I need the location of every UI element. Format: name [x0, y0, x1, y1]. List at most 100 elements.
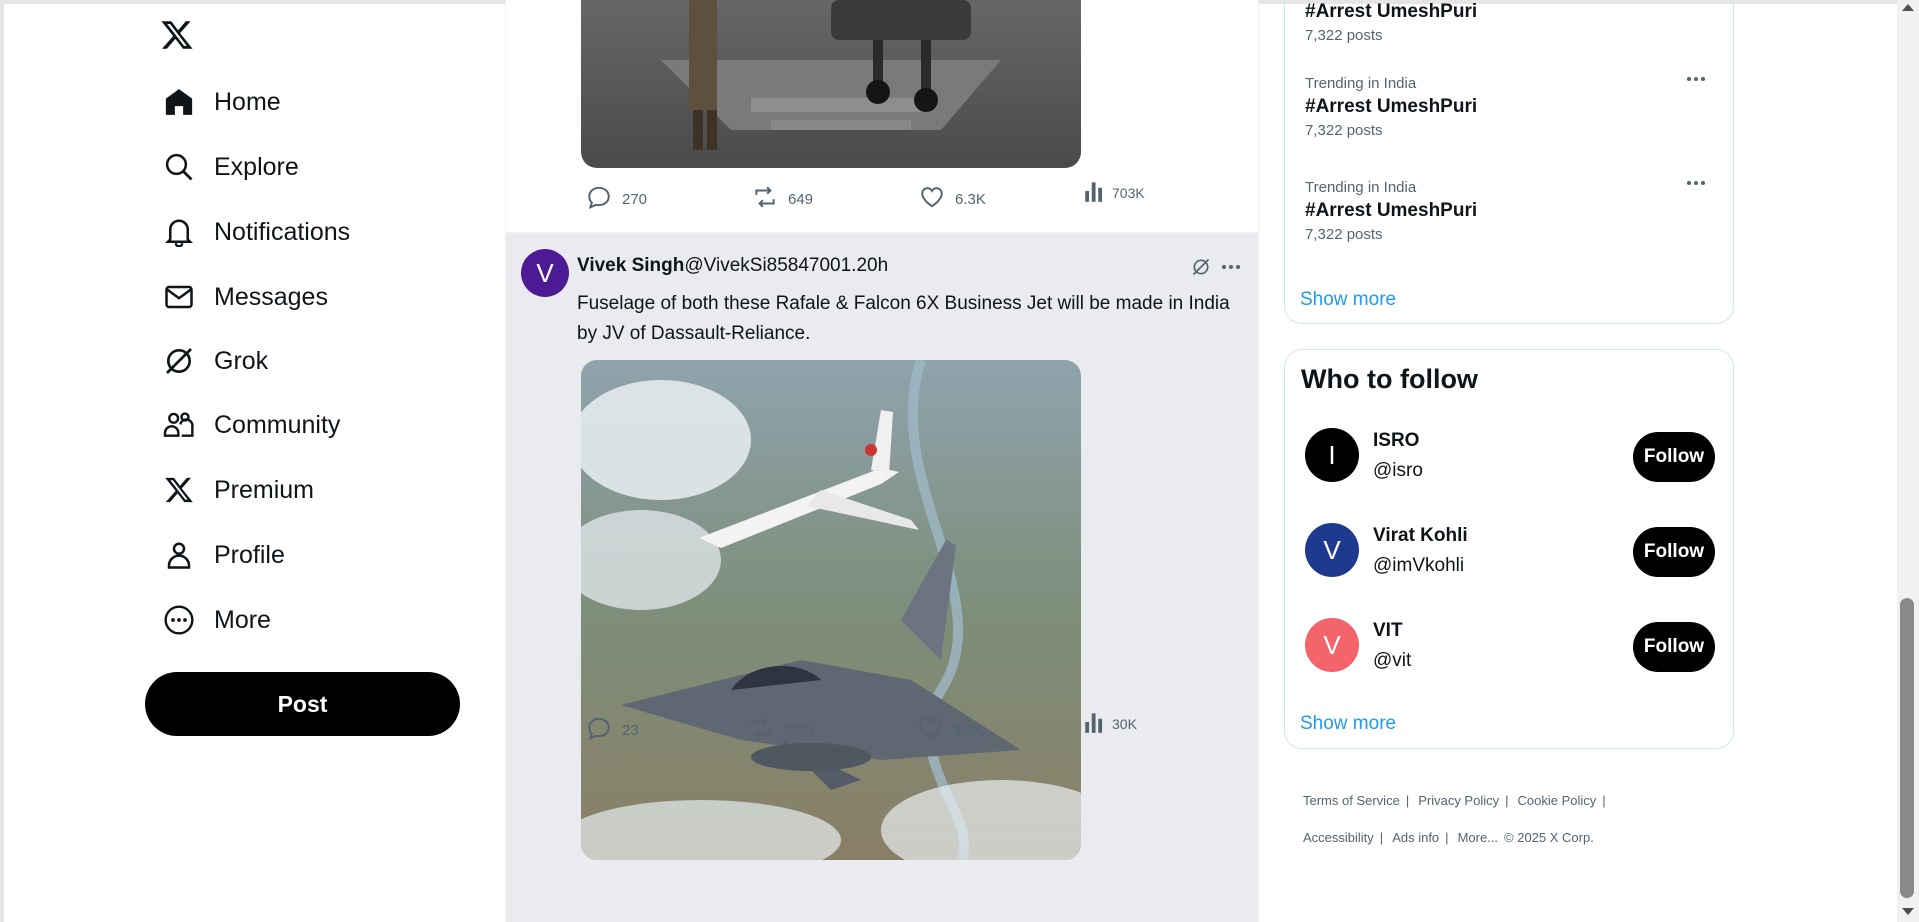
nav-explore[interactable]: Explore	[162, 143, 299, 191]
follow-suggestion[interactable]: V Virat Kohli @imVkohli Follow	[1305, 523, 1715, 583]
follow-button[interactable]: Follow	[1633, 622, 1715, 672]
trend-tag: #Arrest UmeshPuri	[1305, 96, 1478, 117]
who-to-follow-title: Who to follow	[1301, 364, 1478, 394]
nav-label: Explore	[214, 152, 299, 181]
window-left-edge	[0, 0, 4, 922]
repost-button[interactable]: 649	[752, 184, 813, 214]
tweet-previous[interactable]: 270 649 6.3K 703K	[506, 0, 1258, 233]
privacy-link[interactable]: Privacy Policy	[1418, 793, 1499, 808]
avatar[interactable]: I	[1305, 428, 1359, 482]
trend-item[interactable]: Trending in India #Arrest UmeshPuri 7,32…	[1305, 75, 1715, 139]
x-logo-icon[interactable]	[160, 18, 194, 52]
trend-tag: #Arrest UmeshPuri	[1305, 1, 1478, 22]
follow-suggestion[interactable]: I ISRO @isro Follow	[1305, 428, 1715, 488]
cookie-link[interactable]: Cookie Policy	[1518, 793, 1597, 808]
trends-show-more-link[interactable]: Show more	[1300, 289, 1396, 311]
tweet-header: Vivek Singh@VivekSi85847001.20h	[577, 255, 888, 277]
scrollbar-thumb[interactable]	[1900, 598, 1914, 898]
nav-label: Premium	[214, 475, 315, 504]
footer-separator: |	[1405, 793, 1410, 808]
nav-community[interactable]: Community	[162, 401, 340, 449]
follow-button[interactable]: Follow	[1633, 432, 1715, 482]
trend-posts: 7,322 posts	[1305, 122, 1383, 139]
more-link[interactable]: More...	[1458, 830, 1498, 845]
scroll-down-arrow-icon[interactable]	[1902, 908, 1914, 915]
repost-button[interactable]: 292k	[748, 715, 817, 745]
follow-show-more-link[interactable]: Show more	[1300, 713, 1396, 735]
who-to-follow-panel: Who to follow I ISRO @isro Follow V Vira…	[1284, 349, 1734, 749]
nav-premium[interactable]: Premium	[162, 466, 314, 514]
views-count: 703K	[1112, 185, 1145, 201]
footer-links-row-1: Terms of Service | Privacy Policy | Cookie P…	[1303, 793, 1615, 808]
avatar[interactable]: V	[1305, 523, 1359, 577]
account-name[interactable]: VIT	[1373, 620, 1403, 642]
footer-separator: |	[1445, 830, 1449, 845]
reply-count: 270	[622, 190, 648, 208]
nav-messages[interactable]: Messages	[162, 273, 328, 321]
avatar[interactable]: V	[521, 249, 569, 297]
more-options-icon[interactable]	[1685, 69, 1715, 89]
trend-tag: #Arrest UmeshPuri	[1305, 200, 1478, 221]
tweet[interactable]: V Vivek Singh@VivekSi85847001.20h Fusela…	[506, 233, 1258, 922]
account-handle: @imVkohli	[1373, 555, 1465, 576]
trend-posts: 7,322 posts	[1305, 226, 1383, 243]
trend-posts: 7,322 posts	[1305, 27, 1383, 44]
tweet-actions: 23 292k 3.3K 30K	[586, 712, 1146, 745]
nav-more[interactable]: More	[162, 596, 271, 644]
tweet-actions: 270 649 6.3K 703K	[586, 181, 1146, 214]
nav-label: Grok	[214, 346, 269, 375]
copyright: © 2025 X Corp.	[1504, 830, 1594, 845]
nav-profile[interactable]: Profile	[162, 531, 285, 579]
grok-icon	[162, 344, 196, 378]
reply-count: 23	[622, 721, 639, 739]
nav-home[interactable]: Home	[162, 78, 281, 126]
trend-item[interactable]: #Arrest UmeshPuri 7,322 posts	[1305, 1, 1715, 44]
accessibility-link[interactable]: Accessibility	[1303, 830, 1374, 845]
account-handle: @vit	[1373, 650, 1412, 671]
reply-icon	[586, 184, 612, 215]
account-handle: @isro	[1373, 460, 1423, 481]
follow-suggestion[interactable]: V VIT @vit Follow	[1305, 618, 1715, 678]
nav-label: More	[214, 605, 271, 634]
trend-item[interactable]: Trending in India #Arrest UmeshPuri 7,32…	[1305, 179, 1715, 243]
grok-icon[interactable]	[1191, 257, 1211, 282]
heart-icon	[919, 184, 945, 215]
more-options-icon[interactable]	[1220, 257, 1242, 282]
post-button[interactable]: Post	[145, 672, 460, 736]
terms-link[interactable]: Terms of Service	[1303, 793, 1400, 808]
like-count: 3.3K	[953, 721, 984, 739]
views-icon	[1082, 178, 1108, 209]
avatar[interactable]: V	[1305, 618, 1359, 672]
scroll-up-arrow-icon[interactable]	[1902, 4, 1914, 11]
account-name[interactable]: Virat Kohli	[1373, 525, 1468, 547]
tweet-image[interactable]	[581, 360, 1081, 860]
views-button[interactable]: 703K	[1082, 178, 1145, 208]
repost-count: 649	[788, 190, 814, 208]
views-button[interactable]: 30K	[1082, 709, 1137, 739]
author-handle[interactable]: @VivekSi85847001.20h	[684, 255, 888, 276]
like-button[interactable]: 6.3K	[919, 184, 986, 214]
nav-notifications[interactable]: Notifications	[162, 208, 350, 256]
home-icon	[162, 85, 196, 119]
reply-button[interactable]: 270	[586, 184, 647, 214]
views-count: 30K	[1112, 716, 1137, 732]
like-button[interactable]: 3.3K	[917, 715, 984, 745]
nav-label: Messages	[214, 282, 328, 311]
footer-separator: |	[1505, 793, 1509, 808]
nav-grok[interactable]: Grok	[162, 337, 268, 385]
tweet-image[interactable]	[581, 0, 1081, 168]
author-name[interactable]: Vivek Singh	[577, 255, 684, 276]
reply-button[interactable]: 23	[586, 715, 639, 745]
community-icon	[162, 408, 196, 442]
repost-icon	[748, 715, 774, 746]
repost-count: 292k	[784, 721, 817, 739]
search-icon	[162, 150, 196, 184]
follow-button[interactable]: Follow	[1633, 527, 1715, 577]
footer-links-row-2: Accessibility | Ads info | More... © 2025 X C…	[1303, 830, 1594, 845]
account-name[interactable]: ISRO	[1373, 430, 1419, 452]
views-icon	[1082, 709, 1108, 740]
more-options-icon[interactable]	[1685, 173, 1715, 193]
ads-info-link[interactable]: Ads info	[1392, 830, 1439, 845]
timeline[interactable]: 270 649 6.3K 703K V Vivek Singh@VivekSi8…	[505, 0, 1259, 922]
heart-icon	[917, 715, 943, 746]
